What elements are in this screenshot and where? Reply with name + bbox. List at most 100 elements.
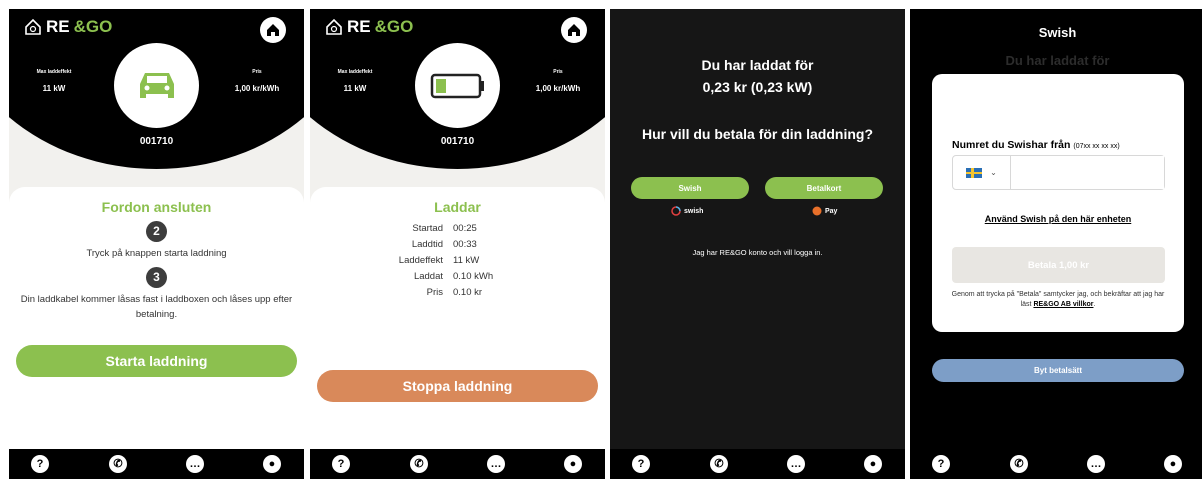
bottom-nav: ? ✆ … ●	[910, 449, 1202, 479]
price-stat: Pris 1,00 kr/kWh	[217, 69, 297, 93]
battery-icon	[430, 73, 484, 98]
max-power-label: Max laddeffekt	[36, 69, 72, 75]
station-id: 001710	[440, 136, 475, 147]
use-swish-on-device-link[interactable]: Använd Swish på den här enheten	[932, 214, 1184, 224]
detail-label: Startad	[412, 223, 443, 234]
swish-sheet: Numret du Swishar från (07xx xx xx xx) ⌄…	[932, 74, 1184, 332]
phone-number-hint: (07xx xx xx xx)	[1073, 143, 1120, 150]
profile-icon[interactable]: ●	[1164, 455, 1182, 473]
card-title: Fordon ansluten	[101, 199, 212, 215]
chat-icon[interactable]: …	[787, 455, 805, 473]
swish-button[interactable]: Swish	[631, 177, 749, 199]
help-icon[interactable]: ?	[31, 455, 49, 473]
max-power-value: 11 kW	[343, 84, 367, 93]
card-title: Laddar	[434, 199, 481, 215]
bottom-nav: ? ✆ … ●	[610, 449, 905, 479]
background-title: Du har laddat för	[1005, 53, 1110, 68]
terms-link[interactable]: RE&GO AB villkor	[1033, 301, 1093, 308]
profile-icon[interactable]: ●	[864, 455, 882, 473]
chat-icon[interactable]: …	[1087, 455, 1105, 473]
paid-line-1: Du har laddat för	[701, 57, 814, 73]
price-value: 1,00 kr/kWh	[535, 84, 581, 93]
home-button[interactable]	[260, 17, 286, 43]
logo: RE &GO	[24, 17, 112, 37]
detail-value: 11 kW	[453, 255, 480, 266]
chat-icon[interactable]: …	[186, 455, 204, 473]
screen-payment-method: Du har laddat för 0,23 kr (0,23 kW) Hur …	[610, 9, 905, 479]
status-circle	[415, 43, 500, 128]
step-3-text: Din laddkabel kommer låsas fast i laddbo…	[20, 294, 293, 320]
price-label: Pris	[553, 69, 563, 75]
detail-value: 0.10 kWh	[453, 271, 494, 282]
price-stat: Pris 1,00 kr/kWh	[518, 69, 598, 93]
phone-icon[interactable]: ✆	[1010, 455, 1028, 473]
phone-number-label: Numret du Swishar från (07xx xx xx xx)	[952, 139, 1120, 151]
swish-brand: swish	[671, 206, 703, 216]
start-charging-button[interactable]: Starta laddning	[16, 345, 297, 377]
login-link[interactable]: Jag har RE&GO konto och vill logga in.	[610, 248, 905, 257]
profile-icon[interactable]: ●	[564, 455, 582, 473]
chevron-down-icon: ⌄	[990, 168, 997, 177]
charging-details: Startad 00:25 Laddtid 00:33 Laddeffekt 11 k…	[310, 221, 605, 301]
swish-title: Swish	[1038, 25, 1077, 40]
logo-text-re: RE	[46, 17, 70, 36]
sweden-flag-icon	[966, 167, 983, 178]
help-icon[interactable]: ?	[332, 455, 350, 473]
detail-row: Startad 00:25	[310, 221, 605, 237]
max-power-value: 11 kW	[42, 84, 66, 93]
paid-line-2: 0,23 kr (0,23 kW)	[702, 79, 813, 95]
pay-brand: Pay	[812, 206, 837, 216]
home-button[interactable]	[561, 17, 587, 43]
home-icon	[267, 24, 279, 36]
bottom-nav: ? ✆ … ●	[310, 449, 605, 479]
screen-vehicle-connected: RE &GO Max laddeffekt 11 kW Pris 1,00 kr/…	[9, 9, 304, 479]
detail-label: Laddeffekt	[398, 255, 443, 266]
house-plug-icon	[326, 18, 342, 35]
pay-logo-icon	[812, 206, 822, 216]
help-icon[interactable]: ?	[932, 455, 950, 473]
payment-question: Hur vill du betala för din laddning?	[642, 126, 873, 142]
price-label: Pris	[252, 69, 262, 75]
bottom-nav: ? ✆ … ●	[9, 449, 304, 479]
terms-end: .	[1093, 301, 1096, 308]
detail-value: 0.10 kr	[453, 287, 483, 298]
pay-button[interactable]: Betala 1,00 kr	[952, 247, 1165, 283]
swish-brand-text: swish	[684, 207, 704, 215]
logo-text-re: RE	[347, 17, 371, 36]
pay-brand-text: Pay	[825, 207, 838, 215]
detail-label: Laddtid	[411, 239, 443, 250]
screen-swish: Swish Du har laddat för Numret du Swisha…	[910, 9, 1202, 479]
paid-summary: Du har laddat för 0,23 kr (0,23 kW)	[610, 54, 905, 98]
detail-label: Pris	[426, 287, 443, 298]
phone-number-field: ⌄	[952, 155, 1165, 190]
stop-charging-button[interactable]: Stoppa laddning	[317, 370, 598, 402]
country-selector[interactable]: ⌄	[953, 156, 1011, 189]
terms-text: Genom att trycka på "Betala" samtycker j…	[946, 290, 1170, 310]
detail-row: Laddeffekt 11 kW	[310, 253, 605, 269]
home-icon	[568, 24, 580, 36]
chat-icon[interactable]: …	[487, 455, 505, 473]
phone-icon[interactable]: ✆	[109, 455, 127, 473]
max-power-stat: Max laddeffekt 11 kW	[315, 69, 395, 93]
status-card: Fordon ansluten 2 Tryck på knappen start…	[9, 187, 304, 457]
detail-row: Laddat 0.10 kWh	[310, 269, 605, 285]
profile-icon[interactable]: ●	[263, 455, 281, 473]
phone-number-label-text: Numret du Swishar från	[952, 139, 1071, 151]
logo-text-go: &GO	[374, 17, 414, 36]
logo-text-go: &GO	[73, 17, 113, 36]
screen-charging: RE &GO Max laddeffekt 11 kW Pris 1,00 kr/…	[310, 9, 605, 479]
status-card: Laddar Startad 00:25 Laddtid 00:33 Laddeff…	[310, 187, 605, 457]
card-payment-button[interactable]: Betalkort	[765, 177, 883, 199]
detail-value: 00:25	[453, 223, 477, 234]
phone-number-input[interactable]	[1012, 156, 1164, 189]
phone-icon[interactable]: ✆	[410, 455, 428, 473]
help-icon[interactable]: ?	[632, 455, 650, 473]
phone-icon[interactable]: ✆	[710, 455, 728, 473]
step-number-3: 3	[146, 267, 167, 288]
change-payment-method-button[interactable]: Byt betalsätt	[932, 359, 1184, 382]
logo: RE &GO	[325, 17, 413, 37]
status-circle	[114, 43, 199, 128]
battery-fill	[435, 78, 446, 93]
station-id: 001710	[139, 136, 174, 147]
car-icon	[139, 72, 174, 98]
